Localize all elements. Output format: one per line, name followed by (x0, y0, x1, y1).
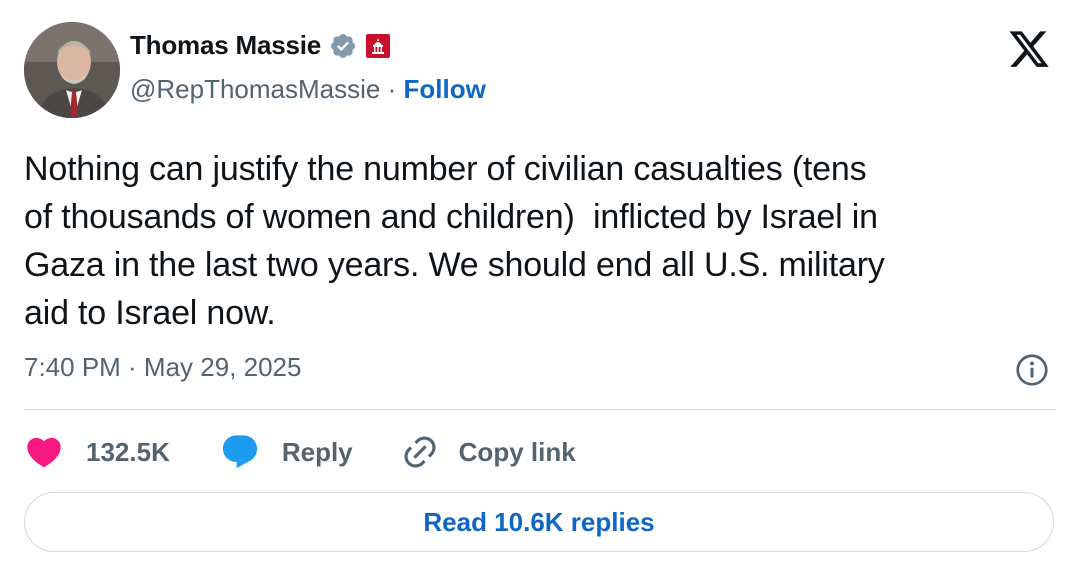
author-name-row: Thomas Massie (130, 30, 391, 61)
handle-row: @RepThomasMassie · Follow (130, 74, 486, 105)
action-bar: 132.5K Reply Copy link (24, 430, 576, 474)
author-handle[interactable]: @RepThomasMassie (130, 74, 380, 104)
avatar[interactable] (24, 22, 120, 118)
heart-icon (27, 437, 61, 468)
follow-button[interactable]: Follow (403, 74, 485, 104)
government-affiliation-badge-icon (366, 33, 391, 58)
reply-label: Reply (281, 436, 353, 467)
tweet-timestamp[interactable]: 7:40 PM · May 29, 2025 (24, 352, 301, 383)
info-icon[interactable] (1014, 352, 1050, 388)
like-count: 132.5K (86, 436, 170, 467)
divider (24, 409, 1056, 410)
verified-badge-icon (331, 33, 355, 58)
link-icon (404, 436, 436, 468)
tweet-text: Nothing can justify the number of civili… (24, 150, 885, 332)
display-name[interactable]: Thomas Massie (130, 30, 321, 61)
handle-separator: · (380, 74, 404, 104)
read-replies-button[interactable]: Read 10.6K replies (24, 492, 1054, 552)
copy-link-label: Copy link (458, 436, 576, 467)
x-logo-icon[interactable] (1006, 30, 1052, 70)
profile-photo-icon (24, 22, 120, 118)
embedded-tweet-card: Thomas Massie @RepThomasMassie · Follow … (0, 0, 1078, 584)
like-button[interactable]: 132.5K (24, 432, 170, 472)
reply-button[interactable]: Reply (220, 432, 353, 472)
copy-link-button[interactable]: Copy link (401, 433, 576, 471)
reply-bubble-icon (222, 435, 257, 469)
